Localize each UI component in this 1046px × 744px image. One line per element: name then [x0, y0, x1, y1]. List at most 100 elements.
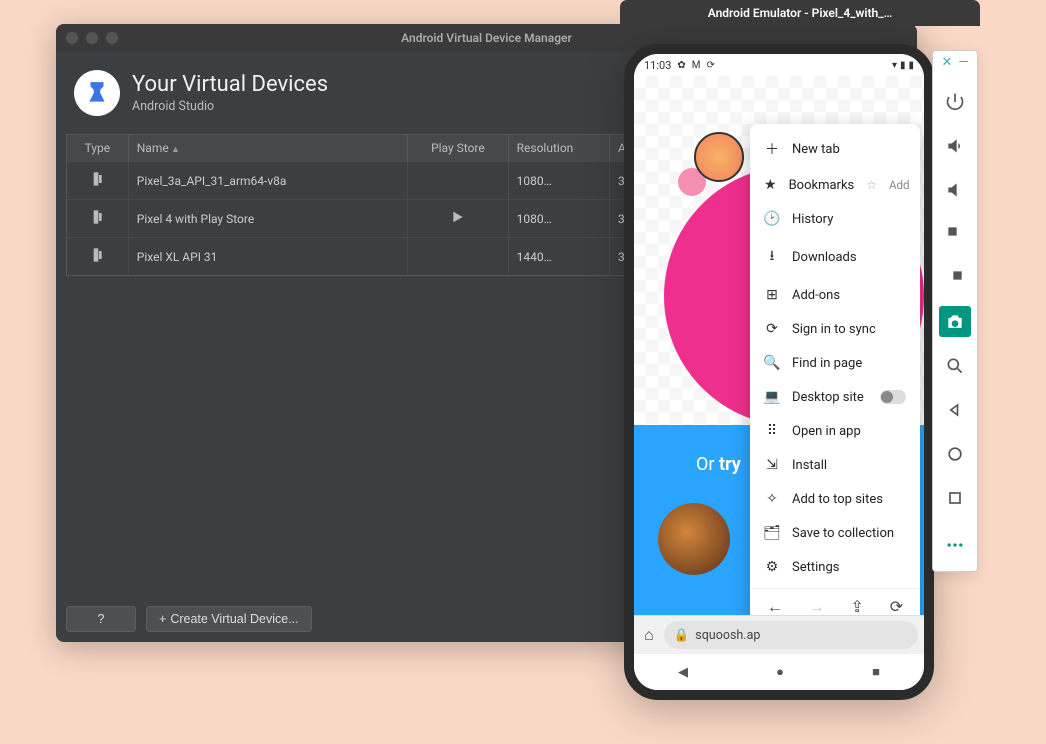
nav-overview-icon[interactable]: ■	[872, 664, 880, 680]
nav-home-icon[interactable]: ●	[776, 664, 784, 680]
emu-minimize-icon[interactable]: —	[958, 55, 968, 70]
clock-icon: 🕑	[764, 211, 780, 227]
forward-icon: →	[809, 597, 825, 615]
menu-open-in-app[interactable]: ⠿ Open in app	[750, 414, 920, 448]
menu-new-tab[interactable]: ＋ New tab	[750, 130, 920, 168]
device-name: Pixel 4 with Play Store	[128, 200, 407, 238]
minimize-icon[interactable]	[86, 32, 98, 44]
volume-down-button[interactable]	[939, 174, 971, 205]
app-content: Or Or trytry ＋ New tab ★ Bookmarks ☆ Add…	[634, 76, 924, 615]
menu-history[interactable]: 🕑 History	[750, 202, 920, 236]
menu-save-collection[interactable]: 🗂 Save to collection	[750, 516, 920, 550]
nav-back-icon[interactable]: ◀	[678, 665, 688, 680]
play-store-cell	[408, 238, 508, 276]
puzzle-icon: ⊞	[764, 287, 780, 303]
menu-addons[interactable]: ⊞ Add-ons	[750, 278, 920, 312]
emulator-window-title: Android Emulator - Pixel_4_with_…	[708, 6, 893, 20]
install-icon: ⇲	[764, 457, 780, 473]
status-time: 11:03	[644, 59, 671, 72]
emulator-titlebar: Android Emulator - Pixel_4_with_…	[620, 0, 980, 26]
home-button[interactable]	[939, 438, 971, 469]
star-outline-icon: ☆	[866, 178, 877, 192]
menu-install[interactable]: ⇲ Install	[750, 448, 920, 482]
avatar	[694, 132, 744, 182]
play-store-icon	[408, 200, 508, 238]
url-host: squoosh.ap	[695, 628, 760, 643]
overview-button[interactable]	[939, 482, 971, 513]
url-field[interactable]: 🔒 squoosh.ap	[664, 621, 918, 649]
zoom-button[interactable]	[939, 350, 971, 381]
emulator-toolbar: ✕ —	[932, 50, 978, 572]
rotate-left-button[interactable]	[939, 218, 971, 249]
sync-icon: ⟳	[764, 321, 780, 337]
sample-image[interactable]	[658, 503, 730, 575]
device-name: Pixel_3a_API_31_arm64-v8a	[128, 162, 407, 200]
device-icon	[67, 200, 128, 238]
zoom-icon[interactable]	[106, 32, 118, 44]
gear-icon: ⚙	[764, 559, 780, 575]
settings-status-icon: ✿	[677, 60, 685, 71]
reload-icon[interactable]: ⟳	[890, 597, 903, 615]
menu-bookmarks[interactable]: ★ Bookmarks ☆ Add	[750, 168, 920, 202]
device-name: Pixel XL API 31	[128, 238, 407, 276]
avd-header-subtitle: Android Studio	[132, 99, 328, 114]
search-icon: 🔍	[764, 355, 780, 371]
rotate-right-button[interactable]	[939, 262, 971, 293]
url-bar: ⌂ 🔒 squoosh.ap	[634, 615, 924, 654]
device-icon	[67, 238, 128, 276]
grid-icon: ⠿	[764, 423, 780, 439]
screenshot-button[interactable]	[939, 306, 971, 337]
col-name[interactable]: Name	[128, 135, 407, 162]
power-button[interactable]	[939, 86, 971, 117]
pin-icon: ✧	[764, 491, 780, 507]
mail-status-icon: M	[692, 60, 701, 71]
android-nav-bar: ◀ ● ■	[634, 654, 924, 690]
menu-settings[interactable]: ⚙ Settings	[750, 550, 920, 584]
volume-up-button[interactable]	[939, 130, 971, 161]
col-type[interactable]: Type	[67, 135, 128, 162]
home-icon[interactable]: ⌂	[640, 621, 658, 649]
collection-icon: 🗂	[764, 525, 780, 541]
status-bar: 11:03 ✿ M ⟳ ▾ ▮ ▮	[634, 54, 924, 76]
resolution-cell: 1440…	[508, 238, 609, 276]
col-play-store[interactable]: Play Store	[408, 135, 508, 162]
help-button[interactable]: ?	[66, 606, 136, 632]
menu-nav-row: ← → ⇪ ⟳	[750, 588, 920, 615]
create-virtual-device-button[interactable]: + Create Virtual Device...	[146, 606, 312, 632]
menu-desktop-site[interactable]: 💻 Desktop site	[750, 380, 920, 414]
plus-icon: ＋	[764, 139, 780, 159]
laptop-icon: 💻	[764, 389, 780, 405]
browser-overflow-menu: ＋ New tab ★ Bookmarks ☆ Add 🕑 History ⭳ …	[750, 124, 920, 615]
android-studio-logo	[74, 70, 120, 116]
battery-icon: ▮	[908, 60, 914, 71]
bookmarks-add[interactable]: Add	[889, 178, 909, 192]
share-icon[interactable]: ⇪	[850, 597, 863, 615]
star-icon: ★	[764, 177, 777, 193]
close-icon[interactable]	[66, 32, 78, 44]
play-store-cell	[408, 162, 508, 200]
menu-downloads[interactable]: ⭳ Downloads	[750, 236, 920, 278]
window-controls[interactable]	[66, 32, 118, 44]
resolution-cell: 1080…	[508, 200, 609, 238]
lock-icon: 🔒	[674, 628, 690, 643]
avd-header-title: Your Virtual Devices	[132, 72, 328, 97]
download-icon: ⭳	[764, 245, 780, 269]
phone-frame: 11:03 ✿ M ⟳ ▾ ▮ ▮ Or Or trytry ＋ Ne	[624, 44, 934, 700]
resolution-cell: 1080…	[508, 162, 609, 200]
or-try-text: Or Or trytry	[696, 454, 741, 475]
menu-add-top-sites[interactable]: ✧ Add to top sites	[750, 482, 920, 516]
menu-sign-in[interactable]: ⟳ Sign in to sync	[750, 312, 920, 346]
col-resolution[interactable]: Resolution	[508, 135, 609, 162]
more-button[interactable]	[939, 529, 971, 560]
back-button[interactable]	[939, 394, 971, 425]
wifi-icon: ▾	[892, 60, 897, 71]
menu-find-in-page[interactable]: 🔍 Find in page	[750, 346, 920, 380]
emu-close-icon[interactable]: ✕	[941, 55, 952, 70]
desktop-site-toggle[interactable]	[880, 390, 906, 404]
plus-icon: +	[159, 612, 166, 626]
create-label: Create Virtual Device...	[170, 612, 298, 626]
signal-icon: ▮	[900, 60, 906, 71]
back-icon[interactable]: ←	[767, 597, 783, 615]
sync-status-icon: ⟳	[707, 60, 715, 71]
device-icon	[67, 162, 128, 200]
